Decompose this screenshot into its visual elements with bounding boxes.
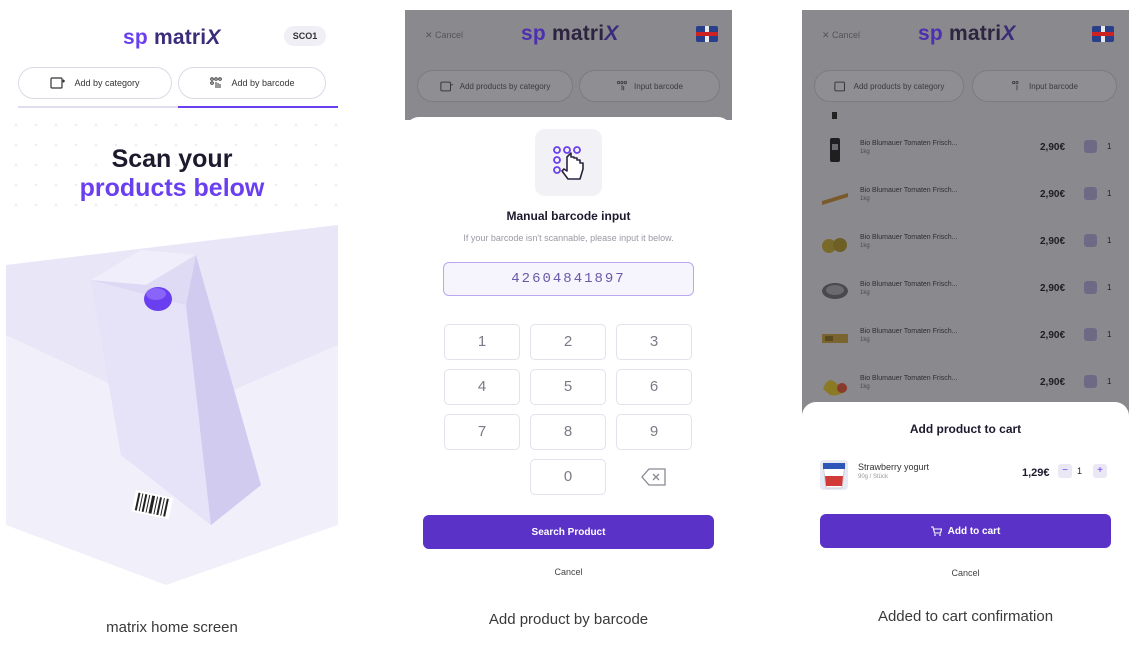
backspace-icon [641, 468, 666, 486]
headline-line-2: products below [79, 174, 265, 202]
category-icon [439, 81, 453, 91]
product-image [822, 193, 848, 205]
cart-item-qty: 90g / Stück [858, 474, 889, 480]
list-item[interactable]: Bio Blumauer Tomaten Frisch... 1kg 2,90€… [802, 128, 1129, 175]
uk-flag-icon[interactable] [696, 26, 718, 42]
key-6[interactable]: 6 [616, 369, 692, 405]
cart-icon [930, 526, 942, 536]
tab-label: Input barcode [1029, 81, 1078, 91]
tab-label: Add products by category [853, 81, 945, 91]
button-label: Add to cart [947, 525, 1001, 537]
milk-carton-illustration [6, 225, 338, 585]
cancel-button[interactable]: Cancel [802, 568, 1129, 578]
key-0[interactable]: 0 [530, 459, 606, 495]
keypad-hand-icon [617, 81, 628, 91]
partial-list-row [802, 108, 1129, 124]
add-to-cart-sheet: Add product to cart Strawberry yogurt 90… [802, 402, 1129, 590]
keypad-hand-icon [552, 145, 584, 180]
product-image [823, 380, 848, 396]
delete-icon[interactable] [1084, 140, 1097, 153]
caption-home: matrix home screen [106, 619, 238, 636]
product-image [822, 334, 848, 343]
increment-button[interactable]: + [1093, 464, 1107, 478]
tab-add-by-barcode[interactable]: Add by barcode [178, 67, 326, 99]
barcode-input[interactable]: 42604841897 [443, 262, 694, 296]
caption-barcode: Add product by barcode [488, 611, 649, 628]
key-4[interactable]: 4 [444, 369, 520, 405]
sp-matrix-logo: sp matriX [918, 22, 1016, 45]
cart-screen: ✕ Cancel sp matriX Add products by categ… [802, 10, 1129, 590]
headline-line-1: Scan your [111, 145, 233, 173]
sheet-title: Manual barcode input [506, 209, 631, 223]
key-9[interactable]: 9 [616, 414, 692, 450]
delete-icon[interactable] [1084, 281, 1097, 294]
tab-input-barcode[interactable]: Input barcode [579, 70, 720, 102]
cart-item-price: 1,29€ [1022, 467, 1050, 479]
tab-input-barcode[interactable]: Input barcode [972, 70, 1117, 102]
yogurt-cup-icon [822, 463, 846, 489]
top-cancel-button[interactable]: ✕ Cancel [425, 30, 463, 41]
search-product-button[interactable]: Search Product [423, 515, 714, 549]
sheet-title: Add product to cart [909, 422, 1022, 436]
delete-icon[interactable] [1084, 328, 1097, 341]
keypad-hand-icon [210, 77, 223, 88]
key-5[interactable]: 5 [530, 369, 606, 405]
tab-add-products-by-category[interactable]: Add products by category [814, 70, 964, 102]
tab-indicator [18, 106, 338, 108]
caption-cart: Added to cart confirmation [877, 608, 1054, 625]
list-item[interactable]: Bio Blumauer Tomaten Frisch... 1kg 2,90€… [802, 269, 1129, 316]
tab-label: Input barcode [634, 81, 683, 91]
sp-matrix-logo: sp matriX [123, 26, 221, 49]
category-icon [833, 81, 845, 91]
key-7[interactable]: 7 [444, 414, 520, 450]
list-item[interactable]: Bio Blumauer Tomaten Frisch... 1kg 2,90€… [802, 316, 1129, 363]
cart-item-name: Strawberry yogurt [858, 462, 930, 472]
delete-icon[interactable] [1084, 234, 1097, 247]
dimmed-header: ✕ Cancel sp matriX Add products by categ… [405, 10, 732, 120]
keypad-hand-icon [1012, 81, 1019, 91]
key-8[interactable]: 8 [530, 414, 606, 450]
keypad-hand-icon-box [535, 129, 602, 196]
backspace-key[interactable] [616, 459, 692, 495]
tab-label: Add products by category [459, 81, 551, 91]
category-icon [50, 77, 66, 89]
home-screen: sp matriX SCO1 Add by category Add by ba… [6, 10, 338, 600]
delete-icon[interactable] [1084, 187, 1097, 200]
key-3[interactable]: 3 [616, 324, 692, 360]
product-image [830, 138, 840, 162]
key-1[interactable]: 1 [444, 324, 520, 360]
sp-matrix-logo: sp matriX [521, 22, 619, 45]
sheet-subtitle: If your barcode isn't scannable, please … [463, 233, 674, 243]
add-to-cart-button[interactable]: Add to cart [820, 514, 1111, 548]
quantity-value: 1 [1077, 466, 1083, 476]
product-image [820, 460, 848, 490]
tab-add-products-by-category[interactable]: Add products by category [417, 70, 573, 102]
product-image [822, 283, 848, 299]
barcode-input-sheet: Manual barcode input If your barcode isn… [405, 117, 732, 588]
tab-label: Add by category [74, 78, 140, 88]
list-item[interactable]: Bio Blumauer Tomaten Frisch... 1kg 2,90€… [802, 175, 1129, 222]
cancel-button[interactable]: Cancel [405, 567, 732, 577]
uk-flag-icon[interactable] [1092, 26, 1114, 42]
delete-icon[interactable] [1084, 375, 1097, 388]
tab-add-by-category[interactable]: Add by category [18, 67, 172, 99]
product-image [822, 238, 847, 253]
tab-label: Add by barcode [231, 78, 295, 88]
barcode-screen: ✕ Cancel sp matriX Add products by categ… [405, 10, 732, 588]
top-cancel-button[interactable]: ✕ Cancel [822, 30, 860, 41]
sco-badge: SCO1 [284, 26, 326, 46]
list-item[interactable]: Bio Blumauer Tomaten Frisch... 1kg 2,90€… [802, 222, 1129, 269]
key-2[interactable]: 2 [530, 324, 606, 360]
decrement-button[interactable]: − [1058, 464, 1072, 478]
